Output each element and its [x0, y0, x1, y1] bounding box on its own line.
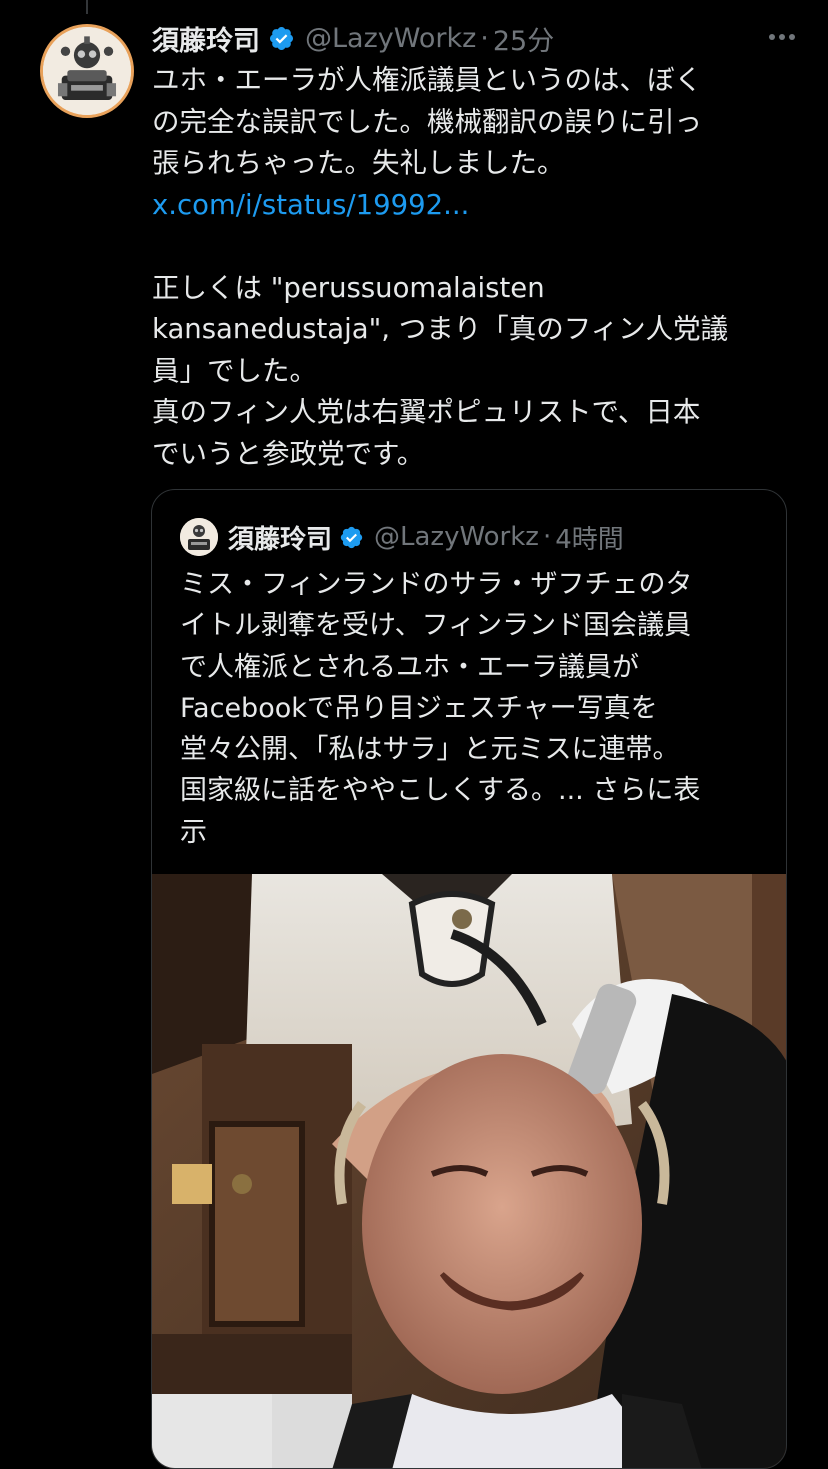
quoted-tweet-header: 須藤玲司 @LazyWorkz · 4時間 — [180, 516, 770, 558]
tweet-text-line: 真のフィン人党は右翼ポピュリストで、日本 — [152, 396, 701, 428]
tweet-header: 須藤玲司 @LazyWorkz · 25分 — [152, 14, 802, 62]
tweet-text-line: 員」でした。 — [152, 354, 317, 387]
tweet-text-line: kansanedustaja", つまり「真のフィン人党議 — [152, 313, 729, 345]
robot-avatar-icon — [180, 518, 218, 556]
tweet-body: ユホ・エーラが人権派議員というのは、ぼく の完全な誤訳でした。機械翻訳の誤りに引… — [152, 60, 792, 475]
author-handle[interactable]: @LazyWorkz — [305, 23, 476, 54]
quoted-text-line: イトル剥奪を受け、フィンランド国会議員 — [180, 610, 692, 642]
show-more-link[interactable]: 示 — [180, 812, 770, 853]
tweet-text-line: ユホ・エーラが人権派議員というのは、ぼく — [152, 64, 702, 96]
quoted-tweet-timestamp: 4時間 — [555, 524, 624, 555]
photo-thumbnail[interactable] — [152, 874, 786, 1468]
selfie-photo-icon — [152, 874, 786, 1468]
author-avatar[interactable] — [40, 24, 134, 118]
separator-dot: · — [542, 522, 552, 552]
quoted-text-line: ミス・フィンランドのサラ・ザフチェのタ — [180, 569, 693, 600]
quoted-tweet-card[interactable]: 須藤玲司 @LazyWorkz · 4時間 ミス・フィンランドのサラ・ザフチェの… — [151, 489, 787, 1469]
robot-avatar-icon — [43, 27, 131, 115]
status-link[interactable]: x.com/i/status/19992... — [152, 185, 792, 227]
tweet-text-line: 張られちゃった。失礼しました。 — [152, 147, 565, 179]
author-display-name[interactable]: 須藤玲司 — [152, 19, 260, 58]
tweet-timestamp[interactable]: 25分 — [493, 19, 554, 58]
quoted-tweet-body: ミス・フィンランドのサラ・ザフチェのタ イトル剥奪を受け、フィンランド国会議員 … — [180, 564, 770, 853]
verified-badge-icon — [269, 26, 294, 50]
quoted-text-line: 堂々公開、「私はサラ」と元ミスに連帯。 — [180, 734, 680, 766]
tweet-text-line: 正しくは "perussuomalaisten — [152, 271, 545, 304]
tweet-text-line: でいうと参政党です。 — [152, 437, 425, 470]
quoted-author-avatar[interactable] — [180, 518, 218, 556]
quoted-author-display-name: 須藤玲司 — [228, 524, 333, 555]
thread-connector-line — [86, 0, 88, 14]
quoted-text-line: 国家級に話をややこしくする。... さらに表 — [180, 775, 701, 807]
more-options-icon[interactable] — [762, 22, 802, 52]
tweet-text-line: の完全な誤訳でした。機械翻訳の誤りに引っ — [152, 105, 702, 138]
verified-badge-icon — [340, 526, 363, 548]
separator-dot: · — [480, 22, 489, 54]
quoted-text-line: で人権派とされるユホ・エーラ議員が — [180, 651, 639, 683]
quoted-author-handle: @LazyWorkz — [374, 522, 539, 552]
quoted-text-line: Facebookで吊り目ジェスチャー写真を — [180, 692, 658, 724]
